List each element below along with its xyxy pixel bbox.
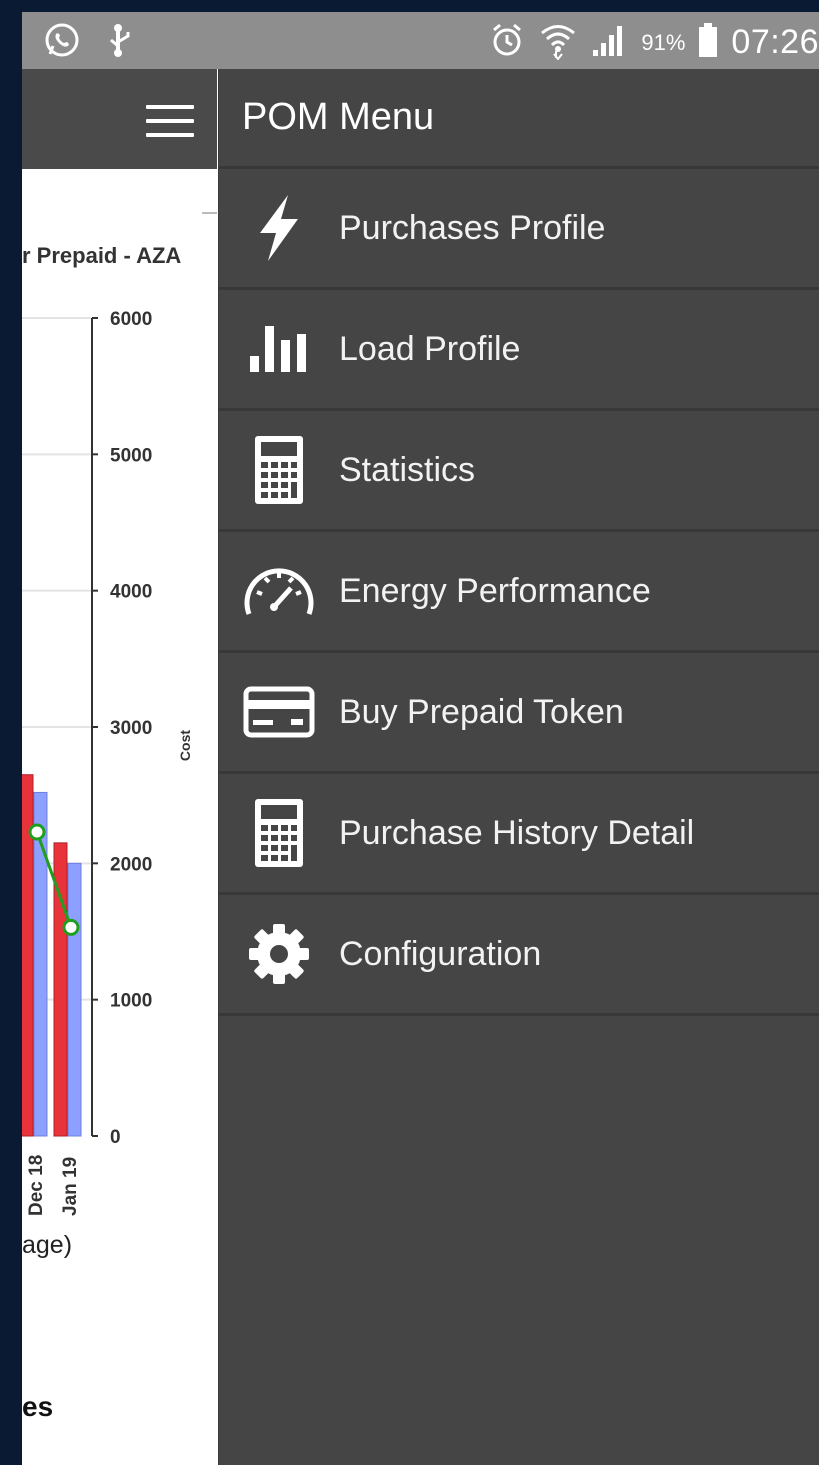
y-tick-label: 1000 [110,991,152,1012]
wifi-icon [539,20,577,65]
calculator-icon [219,797,339,869]
lightning-icon [219,193,339,263]
usb-debug-icon [108,22,134,63]
whatsapp-icon [44,22,80,63]
background-app-bar [22,69,217,169]
menu-item-purchase-history-detail[interactable]: Purchase History Detail [219,774,819,895]
menu-item-purchases-profile[interactable]: Purchases Profile [219,169,819,290]
calculator-icon [219,434,339,506]
menu-label: Buy Prepaid Token [339,692,624,731]
line-point [62,918,80,936]
credit-card-icon [219,686,339,738]
x-tick-label: Dec 18 [26,1155,47,1216]
menu-label: Purchases Profile [339,208,606,247]
menu-item-energy-performance[interactable]: Energy Performance [219,532,819,653]
phone-screen: 91% 07:26 0 1000 2000 3000 4000 5000 6000 Cost D… [22,12,819,1465]
menu-item-buy-prepaid-token[interactable]: Buy Prepaid Token [219,653,819,774]
x-tick-label: Jan 19 [60,1157,81,1216]
drawer-title: POM Menu [242,96,435,138]
drawer-header: POM Menu [219,69,819,169]
y-tick-label: 0 [110,1127,121,1148]
section-title: es [22,1391,54,1422]
status-bar: 91% 07:26 [22,12,819,69]
y-tick-label: 4000 [110,582,152,603]
alarm-icon [489,22,525,63]
menu-toggle-icon[interactable] [146,105,194,137]
bar-chart-icon [219,326,339,372]
signal-icon [591,22,627,63]
battery-icon [699,23,718,62]
menu-label: Purchase History Detail [339,813,695,852]
speedometer-icon [219,564,339,618]
menu-item-configuration[interactable]: Configuration [219,895,819,1016]
menu-label: Statistics [339,450,476,489]
y-tick-label: 5000 [110,445,152,466]
bar [67,862,82,1137]
chart-title: r Prepaid - AZA [22,243,182,268]
navigation-drawer: POM Menu Purchases Profile Load Profile [218,69,819,1465]
chart-canvas: 0 1000 2000 3000 4000 5000 6000 Cost Dec 18 Jan 1… [22,212,217,1216]
clock: 07:26 [731,23,819,61]
line-point [28,823,46,841]
y-axis-label: Cost [177,730,193,761]
gear-icon [219,922,339,986]
menu-item-load-profile[interactable]: Load Profile [219,290,819,411]
menu-label: Load Profile [339,329,521,368]
menu-label: Configuration [339,934,542,973]
y-tick-label: 2000 [110,854,152,875]
x-axis-caption: age) [22,1231,73,1259]
y-tick-label: 6000 [110,309,152,330]
menu-label: Energy Performance [339,571,651,610]
background-content: 0 1000 2000 3000 4000 5000 6000 Cost Dec 18 Jan 1… [22,169,217,1465]
battery-percent: 91% [641,29,686,55]
y-tick-label: 3000 [110,718,152,739]
menu-item-statistics[interactable]: Statistics [219,411,819,532]
